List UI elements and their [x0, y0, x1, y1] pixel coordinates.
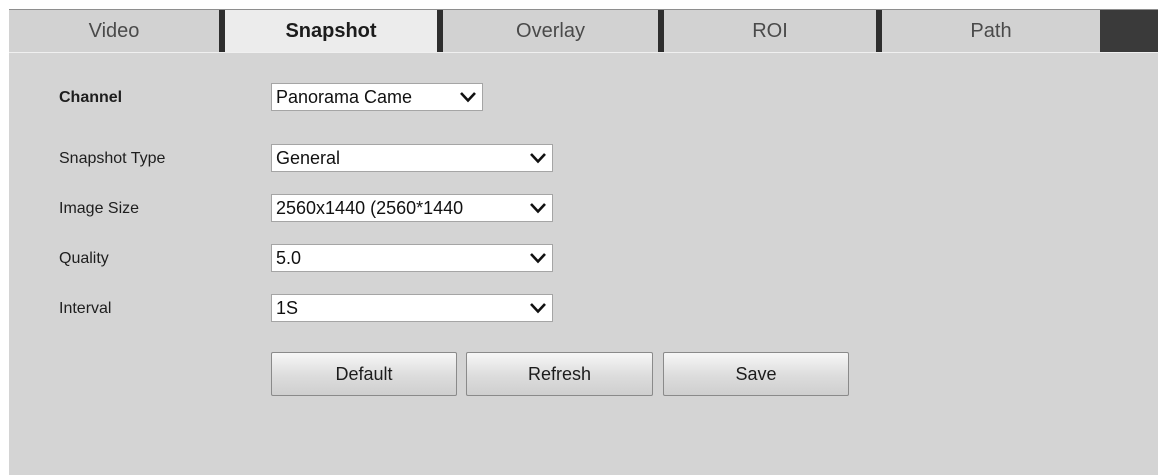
- tab-video[interactable]: Video: [9, 10, 219, 52]
- interval-label: Interval: [59, 300, 112, 317]
- snapshot-type-select[interactable]: General: [271, 144, 553, 172]
- snapshot-type-label: Snapshot Type: [59, 150, 166, 167]
- quality-select[interactable]: 5.0: [271, 244, 553, 272]
- image-size-label: Image Size: [59, 200, 140, 217]
- chevron-down-icon: [524, 195, 552, 221]
- channel-select[interactable]: Panorama Came: [271, 83, 483, 111]
- image-size-value: 2560x1440 (2560*1440: [276, 197, 464, 218]
- tab-bar-end: [1100, 10, 1158, 52]
- settings-panel: Video Snapshot Overlay ROI Path Channel …: [9, 9, 1158, 475]
- chevron-down-icon: [454, 84, 482, 110]
- chevron-down-icon: [524, 145, 552, 171]
- interval-select[interactable]: 1S: [271, 294, 553, 322]
- chevron-down-icon: [524, 245, 552, 271]
- tab-bar: Video Snapshot Overlay ROI Path: [9, 9, 1158, 53]
- tab-overlay[interactable]: Overlay: [443, 10, 658, 52]
- image-size-select[interactable]: 2560x1440 (2560*1440: [271, 194, 553, 222]
- chevron-down-icon: [524, 295, 552, 321]
- tab-bar-divider: [9, 52, 1158, 53]
- quality-value: 5.0: [276, 247, 302, 268]
- tab-roi[interactable]: ROI: [664, 10, 876, 52]
- default-button[interactable]: Default: [271, 352, 457, 396]
- tab-path[interactable]: Path: [882, 10, 1100, 52]
- save-button[interactable]: Save: [663, 352, 849, 396]
- tab-snapshot[interactable]: Snapshot: [225, 10, 437, 52]
- quality-label: Quality: [59, 250, 109, 267]
- channel-value: Panorama Came: [276, 86, 413, 107]
- channel-label: Channel: [59, 89, 123, 106]
- refresh-button[interactable]: Refresh: [466, 352, 653, 396]
- interval-value: 1S: [276, 297, 299, 318]
- snapshot-type-value: General: [276, 147, 341, 168]
